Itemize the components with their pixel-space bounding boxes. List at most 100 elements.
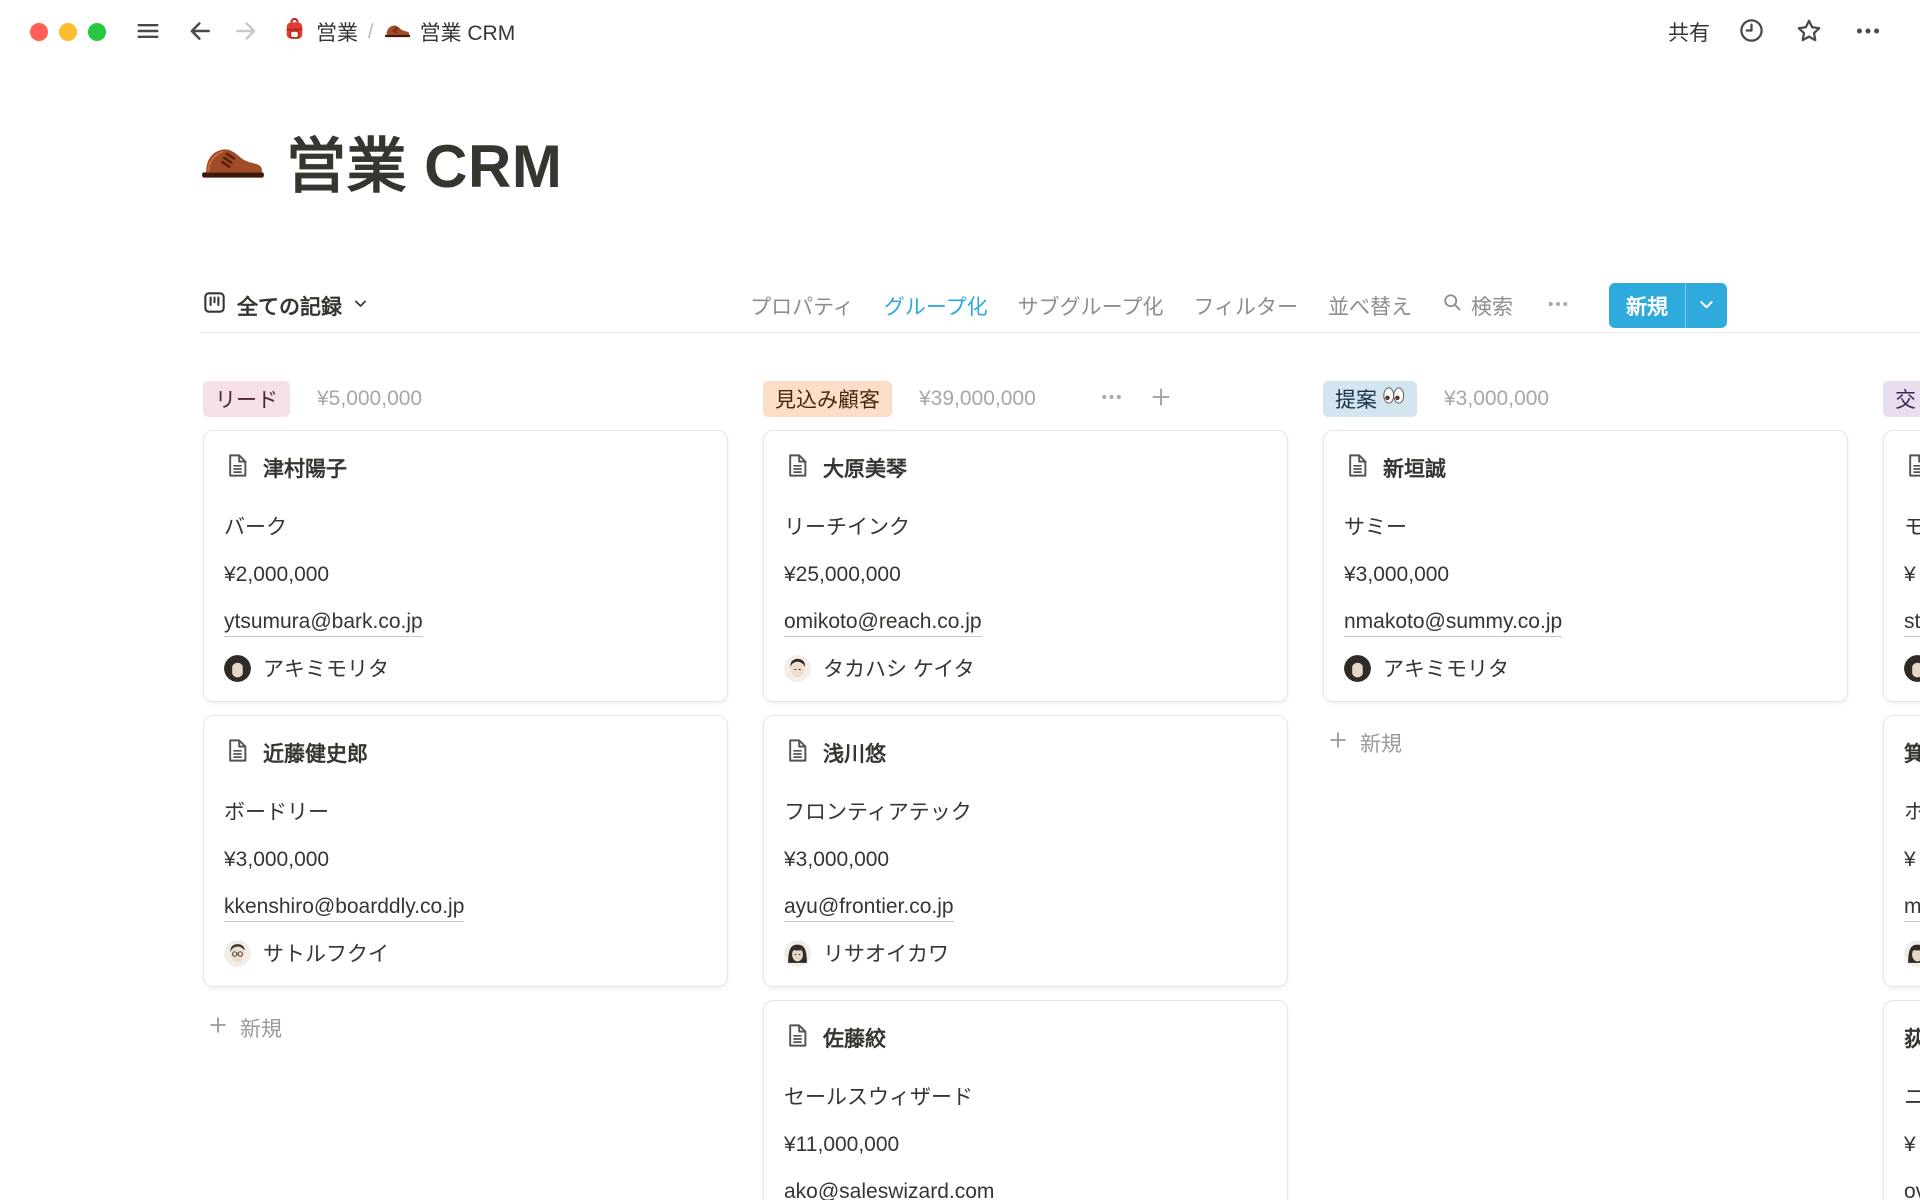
add-card-button[interactable]: 新規 <box>1323 726 1406 760</box>
page-icon <box>1344 452 1371 485</box>
subgroup-button[interactable]: サブグループ化 <box>1018 289 1164 323</box>
group-button[interactable]: グループ化 <box>884 289 988 323</box>
column-sum: ¥3,000,000 <box>1444 387 1549 411</box>
status-badge[interactable]: リード <box>203 381 290 417</box>
breadcrumb-label: 営業 <box>316 17 358 47</box>
arrow-left-icon <box>186 17 214 48</box>
avatar <box>1344 655 1371 682</box>
favorite-button[interactable] <box>1791 13 1827 52</box>
search-icon <box>1442 292 1463 319</box>
status-badge[interactable]: 提案 <box>1323 381 1417 417</box>
card-amount: ¥ <box>1904 1132 1920 1158</box>
new-button-group: 新規 <box>1609 283 1727 328</box>
card-email-link[interactable]: kkenshiro@boarddly.co.jp <box>224 894 464 922</box>
shoe-icon <box>384 16 411 49</box>
forward-button[interactable] <box>228 13 264 52</box>
crm-card[interactable]: 津村陽子 バーク ¥2,000,000 ytsumura@bark.co.jp … <box>203 430 728 702</box>
badge-label: 提案 <box>1335 384 1377 414</box>
crm-card[interactable]: 浅川悠 フロンティアテック ¥3,000,000 ayu@frontier.co… <box>763 715 1288 987</box>
view-options-button[interactable] <box>1543 291 1573 320</box>
card-company: サミー <box>1344 515 1827 541</box>
sort-button[interactable]: 並べ替え <box>1328 289 1412 323</box>
breadcrumb-item-sales[interactable]: 営業 <box>282 17 358 48</box>
card-email-link[interactable]: ako@saleswizard.com <box>784 1179 994 1200</box>
board-column-lead: リード ¥5,000,000 津村陽子 バーク ¥2,000,000 ytsum… <box>203 380 728 1200</box>
page-more-button[interactable] <box>1849 13 1887 52</box>
share-button[interactable]: 共有 <box>1668 17 1710 47</box>
titlebar: 営業 / 営業 CRM 共有 <box>0 0 1920 64</box>
card-assignee: リサオイカワ <box>784 938 1267 968</box>
add-card-label: 新規 <box>240 1013 282 1043</box>
card-amount: ¥11,000,000 <box>784 1132 1267 1158</box>
column-add-button[interactable] <box>1147 383 1175 414</box>
new-record-dropdown-button[interactable] <box>1686 283 1727 328</box>
avatar <box>1904 940 1920 967</box>
close-window-button[interactable] <box>30 23 48 41</box>
search-button[interactable]: 検索 <box>1442 289 1513 323</box>
card-email-link[interactable]: ytsumura@bark.co.jp <box>224 609 423 637</box>
zoom-window-button[interactable] <box>88 23 106 41</box>
board-column-prospect: 見込み顧客 ¥39,000,000 <box>763 380 1288 1200</box>
card-assignee: タカハシ ケイタ <box>784 653 1267 683</box>
card-email-link[interactable]: st <box>1904 609 1920 637</box>
filter-button[interactable]: フィルター <box>1193 289 1298 323</box>
updates-button[interactable] <box>1734 13 1769 51</box>
crm-card[interactable]: 佐藤絞 セールスウィザード ¥11,000,000 ako@saleswizar… <box>763 1000 1288 1200</box>
breadcrumb-item-sales-crm[interactable]: 営業 CRM <box>384 16 516 49</box>
card-email-link[interactable]: nmakoto@summy.co.jp <box>1344 609 1562 637</box>
card-email-link[interactable]: m <box>1904 894 1920 922</box>
card-title: 近藤健史郎 <box>263 738 368 768</box>
card-title: 大原美琴 <box>823 453 907 483</box>
column-sum: ¥5,000,000 <box>317 387 422 411</box>
new-record-button[interactable]: 新規 <box>1609 283 1685 328</box>
card-company: ボードリー <box>224 800 707 826</box>
column-header: 提案 ¥3,000,000 <box>1323 380 1848 417</box>
chevron-down-icon <box>352 294 369 318</box>
back-button[interactable] <box>182 13 218 52</box>
crm-card[interactable]: モ ¥ st <box>1883 430 1920 702</box>
search-label: 検索 <box>1471 291 1513 321</box>
assignee-name: アキミモリタ <box>1383 653 1509 683</box>
column-more-button[interactable] <box>1096 384 1127 413</box>
page-icon <box>224 452 251 485</box>
card-email-link[interactable]: ayu@frontier.co.jp <box>784 894 954 922</box>
column-sum: ¥39,000,000 <box>919 387 1036 411</box>
card-amount: ¥3,000,000 <box>1344 562 1827 588</box>
card-title: 新垣誠 <box>1383 453 1446 483</box>
card-assignee <box>1904 653 1920 683</box>
ellipsis-icon <box>1098 386 1125 411</box>
crm-card[interactable]: 新垣誠 サミー ¥3,000,000 nmakoto@summy.co.jp ア… <box>1323 430 1848 702</box>
hamburger-icon <box>134 17 162 48</box>
chevron-down-icon <box>1697 295 1716 317</box>
add-card-button[interactable]: 新規 <box>203 1011 286 1045</box>
card-amount: ¥3,000,000 <box>224 847 707 873</box>
crm-card[interactable]: 荻 ニ ¥ ov <box>1883 1000 1920 1200</box>
properties-button[interactable]: プロパティ <box>750 289 854 323</box>
assignee-name: アキミモリタ <box>263 653 389 683</box>
view-tab-all-records[interactable]: 全ての記録 <box>200 286 371 325</box>
avatar <box>784 655 811 682</box>
notion-window: 営業 / 営業 CRM 共有 <box>0 0 1920 1200</box>
crm-card[interactable]: 近藤健史郎 ボードリー ¥3,000,000 kkenshiro@boarddl… <box>203 715 728 987</box>
minimize-window-button[interactable] <box>59 23 77 41</box>
card-assignee <box>1904 938 1920 968</box>
crm-card[interactable]: 箕 ホ ¥ m <box>1883 715 1920 987</box>
status-badge[interactable]: 見込み顧客 <box>763 381 892 417</box>
breadcrumb: 営業 / 営業 CRM <box>282 16 515 49</box>
status-badge[interactable]: 交 <box>1883 381 1920 417</box>
column-header: リード ¥5,000,000 <box>203 380 728 417</box>
assignee-name: サトルフクイ <box>263 938 389 968</box>
card-company: フロンティアテック <box>784 800 1267 826</box>
card-company: モ <box>1904 515 1920 541</box>
breadcrumb-label: 営業 CRM <box>420 17 516 47</box>
crm-card[interactable]: 大原美琴 リーチインク ¥25,000,000 omikoto@reach.co… <box>763 430 1288 702</box>
board-column-proposal: 提案 ¥3,000,000 新垣誠 サミー ¥3,000,000 nmakoto… <box>1323 380 1848 1200</box>
backpack-icon <box>282 17 307 48</box>
card-email-link[interactable]: omikoto@reach.co.jp <box>784 609 982 637</box>
assignee-name: タカハシ ケイタ <box>823 653 975 683</box>
card-email-link[interactable]: ov <box>1904 1179 1920 1200</box>
shoe-icon[interactable] <box>200 126 266 197</box>
sidebar-toggle-button[interactable] <box>130 13 166 52</box>
page-title[interactable]: 営業 CRM <box>286 118 562 205</box>
card-title: 荻 <box>1904 1023 1920 1053</box>
